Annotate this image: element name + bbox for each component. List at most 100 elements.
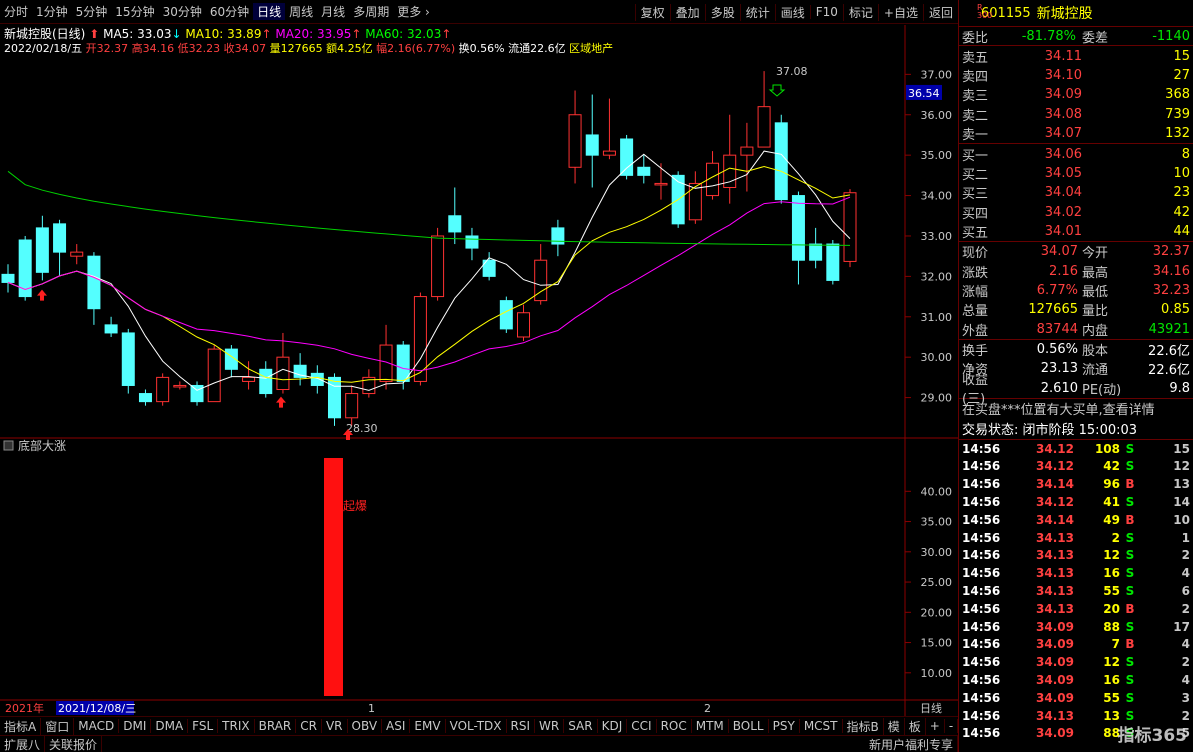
tick-side: S <box>1125 548 1135 563</box>
tick-time: 14:56 <box>962 583 1001 598</box>
indicator-tab-19[interactable]: ROC <box>657 719 692 733</box>
indicator-tab-13[interactable]: VOL-TDX <box>446 719 507 733</box>
tick-time: 14:56 <box>962 512 1001 527</box>
ask-row[interactable]: 卖一 34.07 132 <box>959 124 1193 143</box>
level-label: 卖三 <box>962 89 989 105</box>
indicator-tab-16[interactable]: SAR <box>564 719 598 733</box>
tick-volume: 88 <box>1103 619 1120 634</box>
bid-row[interactable]: 买三 34.04 23 <box>959 183 1193 202</box>
indicator-tab-28[interactable]: - <box>945 719 959 733</box>
bid-book: 买一 34.06 8 买二 34.05 10 买三 34.04 23 买四 34.02 42 买五 34.… <box>959 144 1193 242</box>
tick-row: 14:56 34.12 108 S 15 <box>959 440 1193 458</box>
candle-body <box>740 146 754 156</box>
indicator-tab-0[interactable]: 指标A <box>0 717 42 735</box>
level-label: 买三 <box>962 187 989 203</box>
tick-side: S <box>1125 530 1135 545</box>
indicator-tab-2[interactable]: MACD <box>74 719 120 733</box>
stat-key: 总量 <box>962 304 989 320</box>
indicator-tab-8[interactable]: CR <box>296 719 322 733</box>
tick-row: 14:56 34.09 88 S 17 <box>959 618 1193 636</box>
level-label: 卖二 <box>962 108 989 124</box>
kline-chart[interactable]: 37.00 36.00 35.00 34.00 33.00 32.00 31.00 30.00… <box>0 0 958 716</box>
price-label: 35.00 <box>921 149 953 162</box>
level-price: 34.09 <box>1044 87 1082 103</box>
ask-row[interactable]: 卖四 34.10 27 <box>959 66 1193 85</box>
tick-count: 6 <box>1181 583 1190 598</box>
bid-row[interactable]: 买一 34.06 8 <box>959 144 1193 164</box>
price-label: 37.00 <box>921 68 953 81</box>
ext-tab-0[interactable]: 扩展八 <box>0 735 46 752</box>
indicator-tab-27[interactable]: + <box>926 719 945 733</box>
tick-volume: 16 <box>1103 566 1120 581</box>
extension-bar: 扩展八 关联报价 新用户福利专享 <box>0 735 958 752</box>
tick-volume: 13 <box>1103 708 1120 723</box>
ask-row[interactable]: 卖二 34.08 739 <box>959 105 1193 124</box>
level-qty: 23 <box>1173 185 1190 201</box>
tick-row: 14:56 34.14 49 B 10 <box>959 511 1193 529</box>
indicator-tab-11[interactable]: ASI <box>382 719 411 733</box>
indicator-tab-18[interactable]: CCI <box>627 719 657 733</box>
tick-row: 14:56 34.13 55 S 6 <box>959 582 1193 600</box>
indicator-tab-6[interactable]: TRIX <box>218 719 255 733</box>
level-qty: 739 <box>1165 106 1190 122</box>
candle-body <box>465 235 479 249</box>
ext-tab-2[interactable]: 新用户福利专享 <box>865 735 958 752</box>
indicator-tab-26[interactable]: 板 <box>905 717 926 735</box>
tick-count: 1 <box>1181 530 1190 545</box>
level-label: 买二 <box>962 167 989 183</box>
tick-list: 14:56 34.12 108 S 15 14:56 34.12 42 S 12 14:56 34.1… <box>959 440 1193 743</box>
indicator-tab-9[interactable]: VR <box>322 719 348 733</box>
tick-count: 3 <box>1181 690 1190 705</box>
candle-body <box>190 384 204 403</box>
tick-row: 14:56 34.09 7 B 4 <box>959 635 1193 653</box>
ext-tab-1[interactable]: 关联报价 <box>45 735 103 752</box>
indicator-tab-22[interactable]: PSY <box>769 719 800 733</box>
big-order-notice[interactable]: 在买盘***位置有大买单,查看详情 <box>959 399 1193 419</box>
bid-row[interactable]: 买五 34.01 44 <box>959 222 1193 241</box>
indicator-tab-3[interactable]: DMI <box>119 719 152 733</box>
indicator-tab-4[interactable]: DMA <box>151 719 189 733</box>
tick-row: 14:56 34.13 12 S 2 <box>959 546 1193 564</box>
ask-row[interactable]: 卖三 34.09 368 <box>959 85 1193 104</box>
tick-volume: 41 <box>1103 494 1120 509</box>
indicator-tab-23[interactable]: MCST <box>800 719 843 733</box>
time-label-month: 1 <box>368 702 375 715</box>
buy-arrow-icon <box>276 396 286 408</box>
candle-body <box>156 376 170 403</box>
indicator-tab-17[interactable]: KDJ <box>598 719 628 733</box>
stat-value: 6.77% <box>1036 283 1078 299</box>
weicha-value: -1140 <box>1152 28 1190 44</box>
tick-price: 34.14 <box>1036 512 1074 527</box>
level-label: 卖五 <box>962 50 989 66</box>
indicator-tab-10[interactable]: OBV <box>348 719 383 733</box>
indicator-tab-12[interactable]: EMV <box>410 719 446 733</box>
ask-row[interactable]: 卖五 34.11 15 <box>959 46 1193 66</box>
quote-panel: R 300 601155 新城控股 委比 -81.78% 委差 -1140 卖五… <box>958 0 1193 752</box>
level-label: 卖一 <box>962 128 989 144</box>
price-label: 34.00 <box>921 190 953 203</box>
candle-body <box>1 273 15 283</box>
indicator-tab-14[interactable]: RSI <box>507 719 536 733</box>
tick-side: S <box>1125 566 1135 581</box>
indicator-tab-24[interactable]: 指标B <box>843 717 884 735</box>
indicator-tab-1[interactable]: 窗口 <box>41 717 75 735</box>
indicator-tab-15[interactable]: WR <box>535 719 565 733</box>
candle-body <box>173 384 187 388</box>
tick-side: B <box>1125 512 1135 527</box>
tick-price: 34.09 <box>1036 619 1074 634</box>
bid-row[interactable]: 买四 34.02 42 <box>959 203 1193 222</box>
candle-body <box>757 106 771 148</box>
bid-row[interactable]: 买二 34.05 10 <box>959 164 1193 183</box>
tick-price: 34.13 <box>1036 548 1074 563</box>
candle-body <box>688 182 702 221</box>
tick-price: 34.13 <box>1036 708 1074 723</box>
tick-row: 14:56 34.13 20 B 2 <box>959 600 1193 618</box>
indicator-tab-7[interactable]: BRAR <box>255 719 297 733</box>
indicator-tab-21[interactable]: BOLL <box>729 719 769 733</box>
trade-status: 交易状态: 闭市阶段 15:00:03 <box>962 423 1138 439</box>
tick-row: 14:56 34.13 16 S 4 <box>959 564 1193 582</box>
stat-row: 涨幅 6.77% 最低 32.23 <box>959 281 1193 300</box>
indicator-tab-25[interactable]: 模 <box>884 717 905 735</box>
indicator-tab-20[interactable]: MTM <box>692 719 729 733</box>
indicator-tab-5[interactable]: FSL <box>188 719 219 733</box>
